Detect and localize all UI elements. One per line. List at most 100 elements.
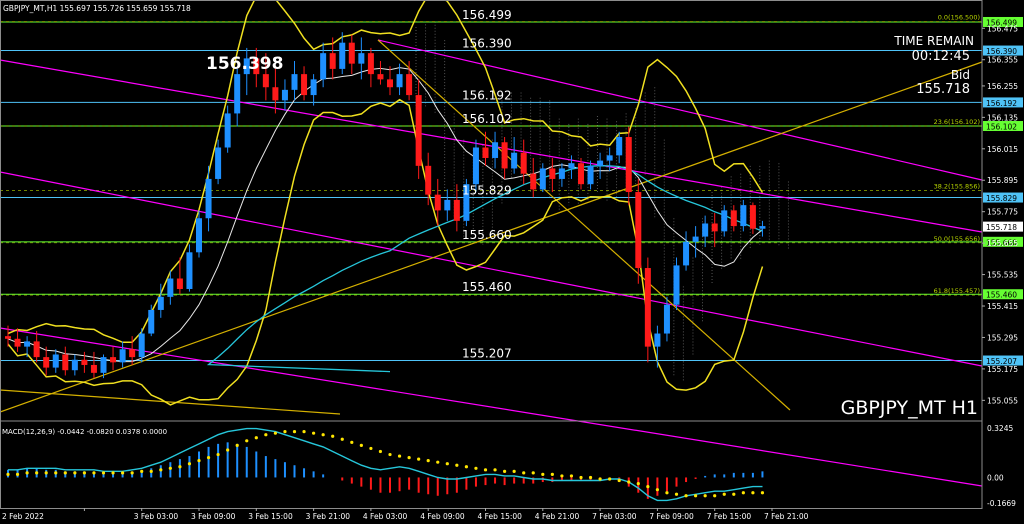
macd-signal-dot — [44, 471, 48, 475]
macd-signal-dot — [550, 472, 554, 476]
candle-body — [176, 278, 183, 289]
candle-body — [616, 137, 623, 156]
level-axis-tag-text-3: 156.102 — [986, 123, 1017, 132]
price-tick-label-12: 155.055 — [987, 396, 1018, 405]
level-axis-tag-text-2: 156.192 — [986, 99, 1017, 108]
macd-signal-dot — [579, 475, 583, 480]
candle-body — [482, 147, 489, 158]
candle-body — [635, 192, 642, 269]
high-price-label: 156.398 — [206, 54, 283, 74]
candle-body — [196, 218, 202, 253]
macd-signal-dot — [178, 465, 182, 469]
macd-signal-dot — [713, 494, 717, 498]
macd-signal-dot — [617, 478, 621, 483]
candle-body — [71, 359, 78, 371]
symbol-watermark: GBPJPY_MT H1 — [841, 397, 978, 419]
candle-body — [549, 168, 556, 179]
level-axis-tag-text-4: 155.829 — [986, 194, 1017, 203]
candle-body — [320, 53, 327, 80]
candle-body — [224, 113, 231, 148]
candle-body — [625, 137, 632, 193]
candle-body — [5, 336, 11, 339]
candle-body — [749, 205, 756, 229]
level-label-3: 156.102 — [462, 112, 512, 126]
price-tick-label-11: 155.175 — [987, 365, 1018, 374]
candle-body — [138, 333, 145, 358]
macd-signal-dot — [684, 494, 688, 498]
candle-body — [329, 53, 336, 69]
candle-body — [558, 168, 565, 179]
macd-tick-label-1: 0.00 — [987, 473, 1004, 482]
level-axis-tag-text-6: 155.460 — [986, 291, 1017, 300]
macd-signal-dot — [464, 465, 468, 469]
price-tick-label-0: 156.475 — [987, 24, 1018, 33]
candle-body — [348, 42, 355, 64]
candle-body — [81, 359, 88, 365]
time-label-12: 7 Feb 21:00 — [764, 512, 809, 521]
price-chart-svg[interactable]: 156.499156.499156.390156.390156.192156.1… — [0, 0, 1024, 524]
candle-body — [472, 147, 479, 185]
macd-signal-dot — [751, 491, 755, 495]
macd-signal-dot — [560, 474, 564, 478]
macd-signal-dot — [407, 456, 411, 460]
time-label-0: 2 Feb 2022 — [2, 512, 44, 521]
macd-signal-dot — [703, 494, 707, 498]
macd-signal-dot — [312, 431, 316, 435]
price-tick-label-3: 156.135 — [987, 113, 1018, 122]
candle-body — [291, 74, 298, 90]
macd-signal-dot — [369, 446, 373, 451]
time-label-6: 4 Feb 09:00 — [420, 512, 465, 521]
macd-tick-label-0: 0.3245 — [987, 424, 1013, 433]
level-label-2: 156.192 — [462, 88, 512, 102]
candle-body — [129, 349, 136, 358]
macd-signal-dot — [197, 459, 201, 463]
macd-signal-dot — [283, 430, 287, 434]
macd-tick-label-2: -0.1669 — [987, 499, 1016, 508]
candle-body — [644, 268, 651, 347]
candle-body — [215, 147, 222, 179]
candle-body — [683, 241, 690, 266]
candle-body — [339, 42, 346, 69]
candle-body — [721, 210, 728, 232]
candle-body — [597, 160, 604, 166]
candle-body — [606, 155, 613, 161]
macd-signal-dot — [722, 492, 726, 496]
macd-signal-dot — [292, 430, 297, 434]
price-tick-label-9: 155.415 — [987, 302, 1018, 311]
price-tick-label-8: 155.535 — [987, 271, 1018, 280]
candle-body — [406, 74, 413, 96]
macd-signal-dot — [264, 433, 268, 437]
candle-body — [110, 357, 117, 363]
macd-signal-dot — [388, 452, 392, 457]
candle-body — [654, 333, 661, 347]
candle-body — [568, 163, 575, 169]
chart-window: 156.499 156.499 156.390 156.390 156.192 156.1… — [0, 0, 1024, 524]
candle-body — [358, 53, 365, 64]
macd-signal-dot — [665, 491, 669, 495]
macd-signal-dot — [63, 471, 67, 475]
price-tick-label-7: 155.655 — [987, 239, 1018, 248]
macd-signal-dot — [73, 471, 77, 475]
time-label-2: 3 Feb 09:00 — [191, 512, 236, 521]
macd-signal-dot — [82, 471, 86, 475]
macd-signal-dot — [541, 472, 545, 476]
candle-body — [759, 226, 766, 229]
candle-body — [262, 74, 269, 88]
macd-signal-dot — [140, 469, 144, 473]
candle-body — [520, 152, 527, 174]
price-tick-label-1: 156.355 — [987, 56, 1018, 65]
macd-signal-dot — [235, 443, 239, 447]
candle-body — [157, 296, 164, 310]
level-label-4: 155.829 — [462, 184, 512, 198]
macd-signal-dot — [397, 454, 402, 458]
candle-body — [377, 74, 384, 80]
candle-body — [453, 199, 460, 221]
price-tick-label-6: 155.775 — [987, 208, 1018, 217]
macd-signal-dot — [417, 457, 421, 461]
fib-label-3: 50.0(155.656) — [934, 235, 980, 243]
macd-signal-dot — [474, 466, 478, 470]
macd-signal-dot — [25, 471, 29, 475]
candle-body — [186, 252, 193, 289]
candle-body — [425, 165, 432, 195]
price-tick-label-5: 155.895 — [987, 176, 1018, 185]
